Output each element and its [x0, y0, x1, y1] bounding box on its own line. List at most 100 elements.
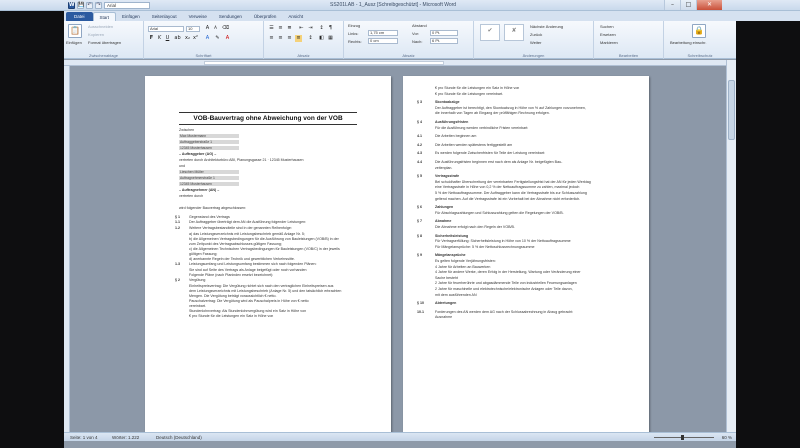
grow-font-icon[interactable]: A: [204, 25, 211, 32]
reject-change-button[interactable]: ✘: [504, 24, 524, 41]
format-painter-button[interactable]: Format übertragen: [88, 40, 121, 45]
text-effects-icon[interactable]: A: [204, 35, 211, 42]
section-text: geltend machen. Auf die Vertragsstrafe i…: [435, 196, 581, 201]
form-field[interactable]: 12345 Musterhausen: [179, 146, 239, 150]
page-count[interactable]: Seite: 1 von 4: [70, 435, 98, 440]
align-right-icon[interactable]: ≡: [286, 35, 293, 42]
word-app-icon[interactable]: W: [68, 2, 75, 9]
section-heading: Vertragsstrafe: [435, 174, 460, 179]
minimize-button[interactable]: –: [664, 0, 680, 10]
decrease-indent-icon[interactable]: ⇤: [298, 25, 305, 32]
tab-insert[interactable]: Einfügen: [116, 12, 146, 21]
ribbon: 📋 Einfügen Ausschneiden Kopieren Format …: [64, 21, 736, 59]
section-text: € pro Stunde für die Leistungen vereinba…: [435, 91, 504, 96]
underline-icon[interactable]: U: [164, 35, 171, 42]
multilevel-list-icon[interactable]: ≣: [286, 25, 293, 32]
cut-button[interactable]: Ausschneiden: [88, 24, 113, 29]
indent-right-input[interactable]: 0 cm: [368, 38, 398, 44]
close-button[interactable]: ✕: [696, 0, 722, 10]
vertical-scrollbar[interactable]: [726, 60, 736, 432]
form-field[interactable]: Lieschen Müller: [179, 170, 239, 174]
indent-left-input[interactable]: 1,75 cm: [368, 30, 398, 36]
document-page-1[interactable]: VOB-Bauvertrag ohne Abweichung von der V…: [145, 76, 391, 432]
align-center-icon[interactable]: ≡: [277, 35, 284, 42]
tab-references[interactable]: Verweise: [183, 12, 213, 21]
spacing-after-input[interactable]: 6 Pt.: [430, 38, 458, 44]
section-text: Folgende Pläne (nach Planindex ersetzt b…: [189, 273, 274, 277]
section-heading: Sicherheitsleistung: [435, 233, 469, 238]
save-icon[interactable]: 💾: [77, 2, 84, 9]
tab-page-layout[interactable]: Seitenlayout: [146, 12, 183, 21]
strikethrough-icon[interactable]: ab: [174, 35, 181, 42]
title-bar: W 💾 ↶ ↷ Arial SS201LAB - 1_Ausz [Schreib…: [0, 0, 800, 11]
section-number: 1.3: [175, 262, 180, 266]
next-change-button[interactable]: Nächste Änderung: [530, 24, 563, 29]
find-button[interactable]: Suchen: [600, 24, 614, 29]
language[interactable]: Deutsch (Deutschland): [156, 435, 202, 440]
document-page-2[interactable]: € pro Stunde für die Leistungen ein Satz…: [403, 76, 649, 432]
clipboard-group: 📋 Einfügen Ausschneiden Kopieren Format …: [64, 21, 144, 59]
tab-review[interactable]: Überprüfen: [248, 12, 283, 21]
highlight-icon[interactable]: ✎: [214, 35, 221, 42]
section-text: Für Abschlagszahlungen und Schlusszahlun…: [435, 210, 564, 215]
shading-icon[interactable]: ◧: [318, 35, 325, 42]
font-name-box[interactable]: Arial: [148, 26, 184, 32]
zoom-slider[interactable]: [654, 435, 714, 440]
document-text: – Auftraggeber (AG) –: [179, 152, 217, 156]
tab-start[interactable]: Start: [92, 12, 117, 21]
numbering-icon[interactable]: ≡: [277, 25, 284, 32]
word-count[interactable]: Wörter: 1.222: [112, 435, 139, 440]
italic-icon[interactable]: K: [156, 35, 163, 42]
bullets-icon[interactable]: ☰: [268, 25, 275, 32]
form-field[interactable]: Auftragnehmerstraße 1: [179, 176, 239, 180]
form-field[interactable]: 12345 Musterhausen: [179, 182, 239, 186]
select-button[interactable]: Markieren: [600, 40, 618, 45]
subscript-icon[interactable]: x₂: [184, 35, 191, 42]
document-area[interactable]: VOB-Bauvertrag ohne Abweichung von der V…: [70, 66, 726, 432]
section-number: § 7: [417, 219, 422, 224]
copy-button[interactable]: Kopieren: [88, 32, 104, 37]
scrollbar-thumb[interactable]: [728, 80, 735, 140]
next-button[interactable]: Weiter: [530, 40, 541, 45]
align-left-icon[interactable]: ≡: [268, 35, 275, 42]
maximize-button[interactable]: □: [680, 0, 696, 10]
tab-view[interactable]: Ansicht: [282, 12, 309, 21]
paste-label[interactable]: Einfügen: [66, 40, 82, 45]
clear-format-icon[interactable]: ⌫: [222, 25, 229, 32]
accept-change-button[interactable]: ✔: [480, 24, 500, 41]
shrink-font-icon[interactable]: A: [212, 25, 219, 32]
editing-group-label: Bearbeiten: [618, 53, 639, 58]
line-spacing-icon[interactable]: ↕: [307, 35, 314, 42]
section-number: § 8: [417, 233, 422, 238]
section-text: b) die Allgemeinen Vertragsbedingungen f…: [189, 237, 339, 241]
sort-icon[interactable]: ↕: [318, 25, 325, 32]
font-color-icon[interactable]: A: [224, 35, 231, 42]
tab-file[interactable]: Datei: [66, 12, 93, 21]
show-marks-icon[interactable]: ¶: [327, 25, 334, 32]
indent-right-label: Rechts:: [348, 39, 362, 44]
replace-button[interactable]: Ersetzen: [600, 32, 616, 37]
tab-mailings[interactable]: Sendungen: [213, 12, 248, 21]
section-number: § 10: [417, 301, 424, 306]
form-field[interactable]: Max Mustermann: [179, 134, 239, 138]
undo-icon[interactable]: ↶: [86, 2, 93, 9]
section-text: Pauschalvertrag: Die Vergütung wird als …: [189, 299, 309, 303]
section-text: 4 Jahre für andere Werke, deren Erfolg i…: [435, 270, 581, 275]
form-field[interactable]: Auftraggeberstraße 1: [179, 140, 239, 144]
borders-icon[interactable]: ▦: [327, 35, 334, 42]
font-size-box[interactable]: 10: [186, 26, 200, 32]
restrict-editing-button[interactable]: Bearbeitung einschr.: [670, 40, 706, 45]
quick-font-box[interactable]: Arial: [104, 2, 150, 9]
spacing-before-input[interactable]: 0 Pt.: [430, 30, 458, 36]
left-margin-black: [0, 0, 64, 448]
superscript-icon[interactable]: x²: [192, 35, 199, 42]
previous-change-button[interactable]: Zurück: [530, 32, 542, 37]
lock-icon[interactable]: 🔒: [692, 24, 706, 38]
redo-icon[interactable]: ↷: [95, 2, 102, 9]
font-group-label: Schriftart: [195, 53, 212, 58]
zoom-level[interactable]: 60 %: [722, 435, 732, 440]
paste-icon[interactable]: 📋: [68, 24, 82, 38]
increase-indent-icon[interactable]: ⇥: [307, 25, 314, 32]
bold-icon[interactable]: F: [148, 35, 155, 42]
justify-icon[interactable]: ≡: [295, 35, 302, 42]
